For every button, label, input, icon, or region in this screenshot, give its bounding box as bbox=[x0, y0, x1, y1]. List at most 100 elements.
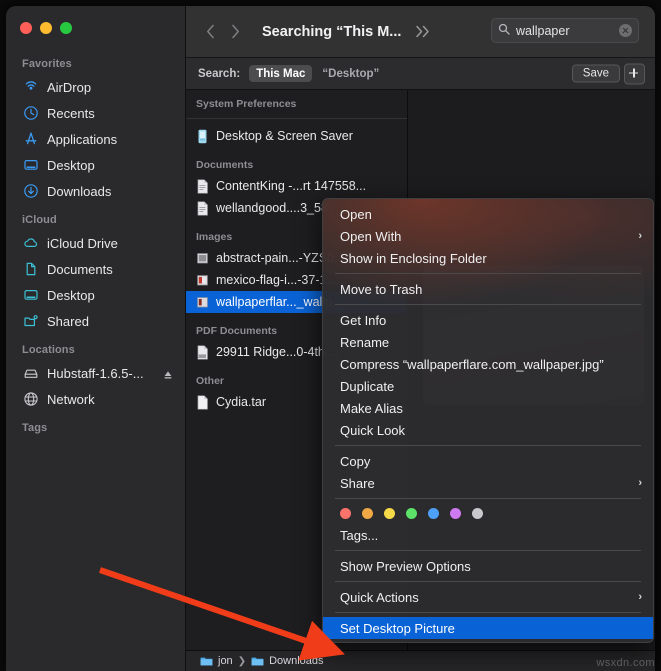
breadcrumb-jon[interactable]: jon bbox=[200, 655, 233, 667]
sidebar-item-hubstaff-disk[interactable]: Hubstaff-1.6.5-... bbox=[6, 360, 185, 386]
forward-button[interactable] bbox=[231, 24, 240, 39]
menu-item-tags[interactable]: Tags... bbox=[323, 524, 653, 546]
add-criteria-button[interactable] bbox=[624, 63, 645, 84]
cloud-icon bbox=[22, 235, 39, 252]
menu-item-move-to-trash[interactable]: Move to Trash bbox=[323, 278, 653, 300]
sidebar-scroll[interactable]: Favorites AirDrop Recents Applications D… bbox=[6, 48, 185, 671]
scope-desktop[interactable]: “Desktop” bbox=[322, 68, 379, 80]
menu-item-show-in-enclosing-folder[interactable]: Show in Enclosing Folder bbox=[323, 247, 653, 269]
document-icon bbox=[22, 261, 39, 278]
menu-item-open[interactable]: Open bbox=[323, 203, 653, 225]
chevron-right-icon: › bbox=[638, 477, 642, 489]
tag-swatch-green[interactable] bbox=[406, 508, 417, 519]
folder-icon bbox=[251, 657, 264, 665]
tag-swatch-red[interactable] bbox=[340, 508, 351, 519]
menu-item-make-alias[interactable]: Make Alias bbox=[323, 397, 653, 419]
menu-item-show-preview-options[interactable]: Show Preview Options bbox=[323, 555, 653, 577]
sidebar-item-network[interactable]: Network bbox=[6, 386, 185, 412]
zoom-button[interactable] bbox=[60, 22, 72, 34]
search-scope-label: Search: bbox=[198, 67, 241, 80]
sidebar-group-favorites-title: Favorites bbox=[22, 58, 72, 70]
menu-item-get-info[interactable]: Get Info bbox=[323, 309, 653, 331]
sidebar-item-shared[interactable]: Shared bbox=[6, 308, 185, 334]
site-watermark: wsxdn.com bbox=[596, 657, 655, 669]
menu-item-compress[interactable]: Compress “wallpaperflare.com_wallpaper.j… bbox=[323, 353, 653, 375]
sidebar-item-downloads[interactable]: Downloads bbox=[6, 178, 185, 204]
file-name: Cydia.tar bbox=[216, 395, 267, 409]
tag-swatch-gray[interactable] bbox=[472, 508, 483, 519]
file-name: mexico-flag-i...-37-1... bbox=[216, 273, 337, 287]
menu-item-label: Make Alias bbox=[340, 400, 403, 416]
globe-icon bbox=[22, 391, 39, 408]
tag-swatch-blue[interactable] bbox=[428, 508, 439, 519]
sidebar-item-label: AirDrop bbox=[47, 79, 92, 95]
menu-item-quick-look[interactable]: Quick Look bbox=[323, 419, 653, 441]
search-field[interactable]: wallpaper bbox=[491, 18, 639, 43]
window-traffic-lights bbox=[20, 22, 72, 34]
sidebar-item-label: Network bbox=[47, 391, 95, 407]
sidebar-item-desktop-icloud[interactable]: Desktop bbox=[6, 282, 185, 308]
minimize-button[interactable] bbox=[40, 22, 52, 34]
archive-icon bbox=[196, 394, 209, 410]
breadcrumb-downloads[interactable]: Downloads bbox=[251, 655, 324, 667]
menu-item-rename[interactable]: Rename bbox=[323, 331, 653, 353]
menu-item-duplicate[interactable]: Duplicate bbox=[323, 375, 653, 397]
save-search-button[interactable]: Save bbox=[571, 64, 620, 83]
sidebar-item-label: Applications bbox=[47, 131, 118, 147]
sidebar-item-label: iCloud Drive bbox=[47, 235, 118, 251]
sidebar-item-label: Recents bbox=[47, 105, 95, 121]
menu-item-label: Show in Enclosing Folder bbox=[340, 250, 487, 266]
scope-bar-actions: Save bbox=[571, 63, 645, 84]
toolbar-overflow-button[interactable] bbox=[415, 25, 431, 38]
scope-this-mac[interactable]: This Mac bbox=[249, 65, 313, 82]
disk-icon bbox=[22, 365, 39, 382]
sidebar-item-documents[interactable]: Documents bbox=[6, 256, 185, 282]
tag-swatch-purple[interactable] bbox=[450, 508, 461, 519]
sidebar-item-label: Documents bbox=[47, 261, 113, 277]
pdf-icon bbox=[196, 344, 209, 360]
sidebar-item-recents[interactable]: Recents bbox=[6, 100, 185, 126]
image-icon bbox=[196, 295, 209, 310]
menu-divider bbox=[335, 273, 641, 274]
search-input[interactable]: wallpaper bbox=[516, 24, 619, 38]
folder-icon bbox=[200, 657, 213, 665]
table-row[interactable]: Desktop & Screen Saver bbox=[186, 125, 407, 147]
menu-divider bbox=[335, 581, 641, 582]
tag-swatch-orange[interactable] bbox=[362, 508, 373, 519]
menu-item-set-desktop-picture[interactable]: Set Desktop Picture bbox=[323, 617, 653, 639]
clear-search-icon[interactable] bbox=[619, 24, 632, 37]
sidebar-item-icloud-drive[interactable]: iCloud Drive bbox=[6, 230, 185, 256]
navigation-buttons bbox=[206, 24, 240, 39]
table-row[interactable]: ContentKing -...rt 147558... bbox=[186, 175, 407, 197]
sidebar-item-applications[interactable]: Applications bbox=[6, 126, 185, 152]
doc-icon bbox=[196, 178, 209, 194]
breadcrumb-label: jon bbox=[218, 655, 233, 667]
eject-icon[interactable] bbox=[163, 368, 173, 379]
result-group-header: Documents bbox=[196, 159, 254, 171]
menu-item-label: Copy bbox=[340, 453, 371, 469]
search-scope-bar: Search: This Mac “Desktop” Save bbox=[186, 58, 655, 90]
menu-item-copy[interactable]: Copy bbox=[323, 450, 653, 472]
file-name: 29911 Ridge...0-4th ... bbox=[216, 345, 339, 359]
menu-item-label: Quick Actions bbox=[340, 589, 419, 605]
sidebar-group-tags-title: Tags bbox=[22, 422, 48, 434]
context-menu[interactable]: Open Open With › Show in Enclosing Folde… bbox=[322, 198, 654, 643]
tag-swatch-yellow[interactable] bbox=[384, 508, 395, 519]
image-icon bbox=[196, 273, 209, 288]
menu-item-label: Quick Look bbox=[340, 422, 406, 438]
image-icon bbox=[196, 251, 209, 266]
sidebar-item-desktop[interactable]: Desktop bbox=[6, 152, 185, 178]
close-button[interactable] bbox=[20, 22, 32, 34]
menu-divider bbox=[335, 498, 641, 499]
sidebar-item-airdrop[interactable]: AirDrop bbox=[6, 74, 185, 100]
chevron-right-icon: › bbox=[638, 591, 642, 603]
menu-item-quick-actions[interactable]: Quick Actions › bbox=[323, 586, 653, 608]
back-button[interactable] bbox=[206, 24, 215, 39]
menu-item-open-with[interactable]: Open With › bbox=[323, 225, 653, 247]
finder-toolbar: Searching “This M... wallpaper bbox=[186, 6, 655, 58]
menu-item-share[interactable]: Share › bbox=[323, 472, 653, 494]
window-title: Searching “This M... bbox=[262, 23, 402, 40]
desktop-icon bbox=[22, 287, 39, 304]
menu-item-label: Duplicate bbox=[340, 378, 395, 394]
menu-item-label: Tags... bbox=[340, 527, 379, 543]
